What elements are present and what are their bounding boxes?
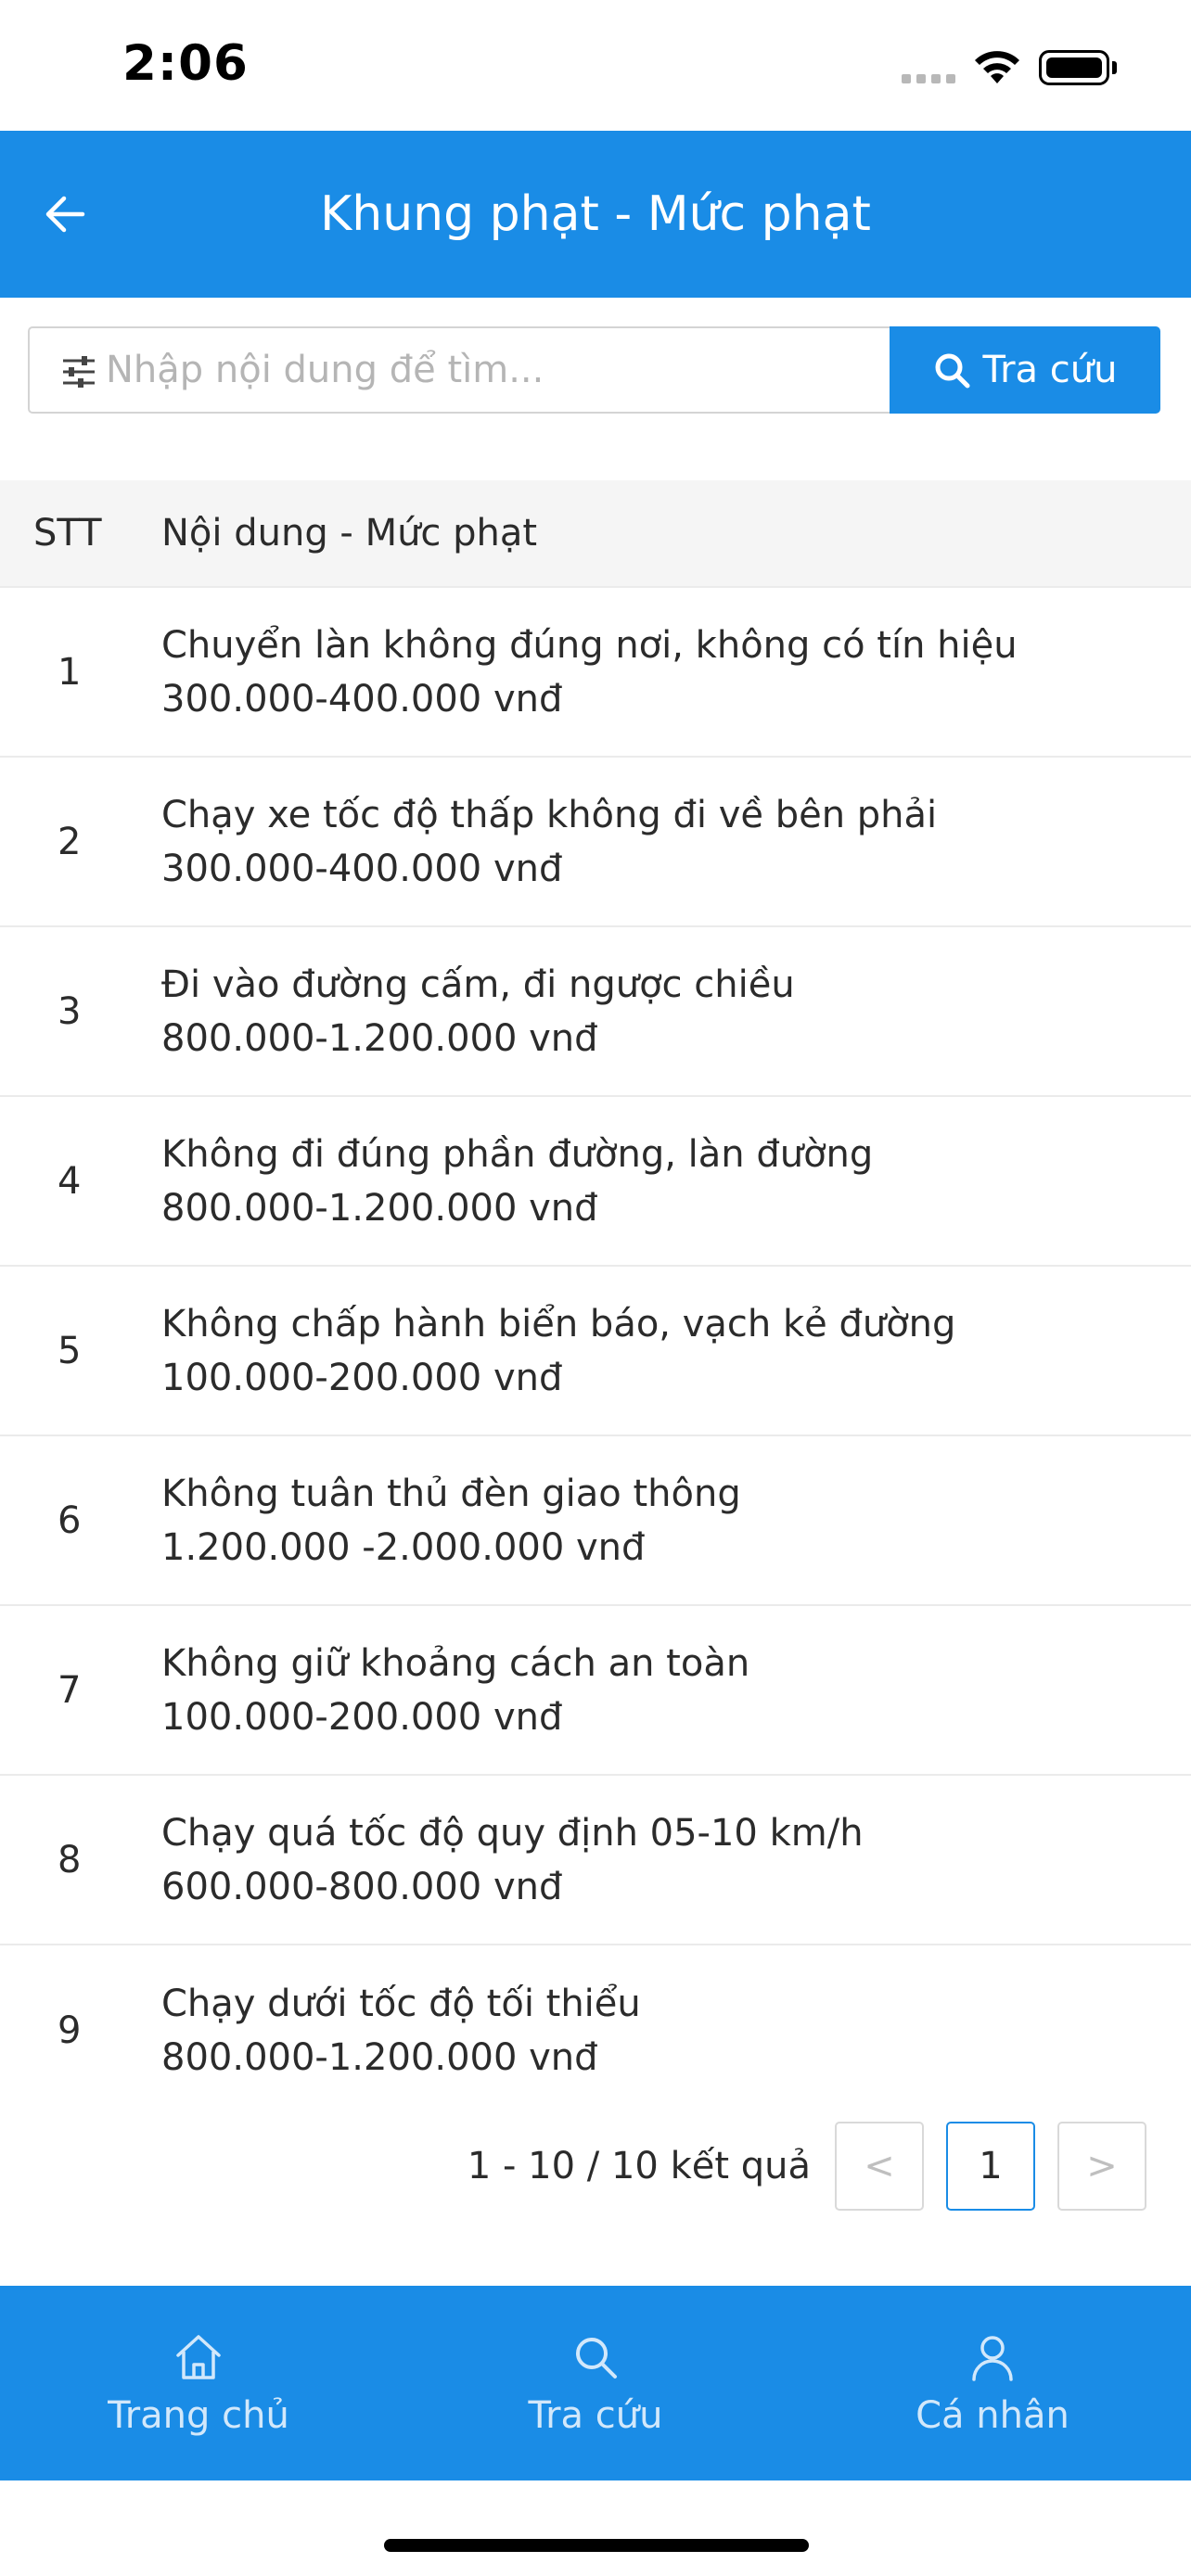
nav-label-profile: Cá nhân — [916, 2394, 1069, 2437]
search-icon — [935, 353, 970, 389]
pagination: 1 - 10 / 10 kết quả < 1 > — [0, 2122, 1191, 2211]
row-title: Chạy dưới tốc độ tối thiểu — [161, 1982, 641, 2025]
row-title: Chuyển làn không đúng nơi, không có tín … — [161, 623, 1018, 667]
row-title: Đi vào đường cấm, đi ngược chiều — [161, 963, 795, 1006]
search-button-label: Tra cứu — [982, 349, 1118, 391]
row-title: Không đi đúng phần đường, làn đường — [161, 1132, 874, 1176]
page-title: Khung phạt - Mức phạt — [320, 186, 871, 242]
row-title: Không chấp hành biển báo, vạch kẻ đường — [161, 1302, 956, 1345]
table-row[interactable]: 3 Đi vào đường cấm, đi ngược chiều 800.00… — [0, 927, 1191, 1097]
row-stt: 6 — [58, 1498, 82, 1542]
arrow-left-icon — [45, 196, 85, 233]
row-title: Chạy xe tốc độ thấp không đi về bên phải — [161, 793, 938, 836]
table-row[interactable]: 9 Chạy dưới tốc độ tối thiểu 800.000-1.20… — [0, 1945, 1191, 2115]
column-header-stt: STT — [33, 512, 102, 555]
nav-item-home[interactable]: Trang chủ — [0, 2286, 397, 2480]
row-title: Chạy quá tốc độ quy định 05-10 km/h — [161, 1811, 864, 1855]
user-icon — [972, 2336, 1013, 2381]
table-header: STT Nội dung - Mức phạt — [0, 480, 1191, 588]
row-stt: 8 — [58, 1838, 82, 1881]
bottom-nav: Trang chủ Tra cứu Cá nhân — [0, 2286, 1191, 2480]
table-row[interactable]: 5 Không chấp hành biển báo, vạch kẻ đườn… — [0, 1267, 1191, 1436]
table-row[interactable]: 8 Chạy quá tốc độ quy định 05-10 km/h 600… — [0, 1776, 1191, 1945]
status-bar: 2:06 — [0, 0, 1191, 131]
search-bar: Tra cứu — [28, 326, 1160, 414]
home-icon — [176, 2335, 221, 2379]
nav-item-search[interactable]: Tra cứu — [397, 2286, 794, 2480]
row-fine: 800.000-1.200.000 vnđ — [161, 1186, 598, 1230]
row-fine: 300.000-400.000 vnđ — [161, 677, 563, 721]
row-fine: 100.000-200.000 vnđ — [161, 1695, 563, 1739]
current-page-button[interactable]: 1 — [946, 2122, 1035, 2211]
row-fine: 300.000-400.000 vnđ — [161, 847, 563, 890]
search-input[interactable] — [106, 328, 876, 412]
signal-icon — [902, 74, 955, 83]
row-stt: 4 — [58, 1159, 82, 1203]
row-fine: 600.000-800.000 vnđ — [161, 1865, 563, 1908]
search-button[interactable]: Tra cứu — [890, 326, 1160, 414]
pagination-info: 1 - 10 / 10 kết quả — [467, 2145, 811, 2187]
chevron-right-icon: > — [1086, 2145, 1118, 2187]
row-stt: 7 — [58, 1668, 82, 1712]
table-row[interactable]: 4 Không đi đúng phần đường, làn đường 800… — [0, 1097, 1191, 1267]
table-row[interactable]: 7 Không giữ khoảng cách an toàn 100.000-2… — [0, 1606, 1191, 1776]
row-stt: 5 — [58, 1329, 82, 1372]
home-indicator — [384, 2539, 809, 2552]
row-stt: 9 — [58, 2009, 82, 2052]
row-fine: 100.000-200.000 vnđ — [161, 1356, 563, 1399]
table-row[interactable]: 2 Chạy xe tốc độ thấp không đi về bên ph… — [0, 758, 1191, 927]
search-icon — [576, 2338, 617, 2378]
back-button[interactable] — [28, 177, 102, 251]
app-screen: 2:06 Khung phạt - Mức phạt Nhập nội dung… — [0, 0, 1191, 2576]
fines-table: STT Nội dung - Mức phạt 1 Chuyển làn khô… — [0, 480, 1191, 2115]
table-row[interactable]: 1 Chuyển làn không đúng nơi, không có tí… — [0, 588, 1191, 758]
search-field[interactable] — [28, 326, 890, 414]
table-row[interactable]: 6 Không tuân thủ đèn giao thông 1.200.000… — [0, 1436, 1191, 1606]
row-title: Không giữ khoảng cách an toàn — [161, 1641, 750, 1685]
row-fine: 800.000-1.200.000 vnđ — [161, 2035, 598, 2079]
row-stt: 3 — [58, 989, 82, 1033]
chevron-left-icon: < — [864, 2145, 895, 2187]
sliders-icon — [63, 356, 95, 388]
nav-label-search: Tra cứu — [528, 2394, 663, 2437]
row-fine: 1.200.000 -2.000.000 vnđ — [161, 1525, 646, 1569]
status-time: 2:06 — [122, 35, 249, 92]
row-title: Không tuân thủ đèn giao thông — [161, 1472, 741, 1515]
app-header: Khung phạt - Mức phạt — [0, 131, 1191, 298]
row-stt: 1 — [58, 650, 82, 694]
next-page-button[interactable]: > — [1057, 2122, 1146, 2211]
row-fine: 800.000-1.200.000 vnđ — [161, 1016, 598, 1060]
nav-item-profile[interactable]: Cá nhân — [794, 2286, 1191, 2480]
nav-label-home: Trang chủ — [108, 2394, 289, 2437]
row-stt: 2 — [58, 820, 82, 863]
wifi-icon — [975, 51, 1019, 83]
column-header-content: Nội dung - Mức phạt — [161, 512, 538, 555]
battery-icon — [1039, 50, 1117, 85]
prev-page-button[interactable]: < — [835, 2122, 924, 2211]
